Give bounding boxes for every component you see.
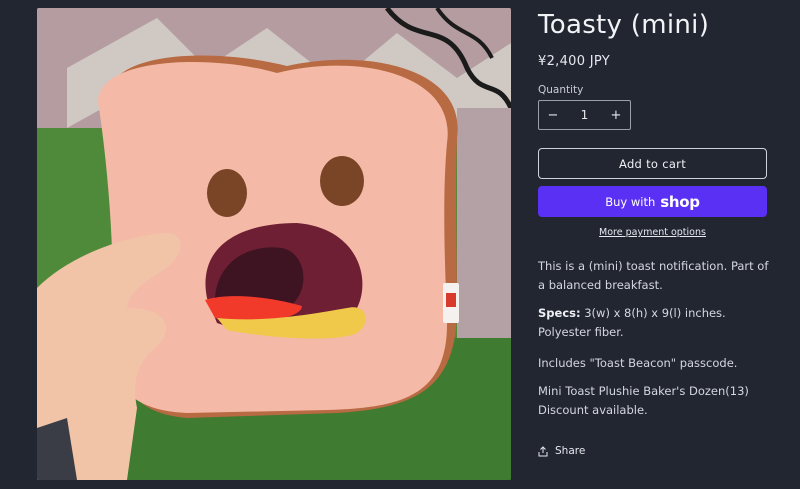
more-payment-options-link[interactable]: More payment options xyxy=(538,227,767,238)
specs-label: Specs: xyxy=(538,306,581,320)
quantity-label: Quantity xyxy=(538,84,584,96)
buy-with-shop-button[interactable]: Buy with shop xyxy=(538,186,767,217)
description-intro: This is a (mini) toast notification. Par… xyxy=(538,259,769,292)
decrease-quantity-button[interactable]: − xyxy=(539,108,567,123)
increase-quantity-button[interactable]: + xyxy=(602,108,630,123)
quantity-input[interactable]: 1 xyxy=(571,108,599,122)
product-title: Toasty (mini) xyxy=(538,10,710,40)
description-discount: Mini Toast Plushie Baker's Dozen(13) Dis… xyxy=(538,384,749,417)
quantity-stepper[interactable]: − 1 + xyxy=(538,100,631,130)
share-icon xyxy=(538,445,548,456)
shop-logo: shop xyxy=(660,192,700,211)
description-specs: Specs: 3(w) x 8(h) x 9(l) inches. Polyes… xyxy=(538,304,778,342)
description-includes: Includes "Toast Beacon" passcode. xyxy=(538,356,738,370)
add-to-cart-button[interactable]: Add to cart xyxy=(538,148,767,179)
share-button[interactable]: Share xyxy=(538,445,585,457)
product-price: ¥2,400 JPY xyxy=(538,54,610,69)
share-label: Share xyxy=(555,445,586,457)
buy-with-label: Buy with xyxy=(605,194,656,209)
product-image[interactable] xyxy=(37,8,511,480)
